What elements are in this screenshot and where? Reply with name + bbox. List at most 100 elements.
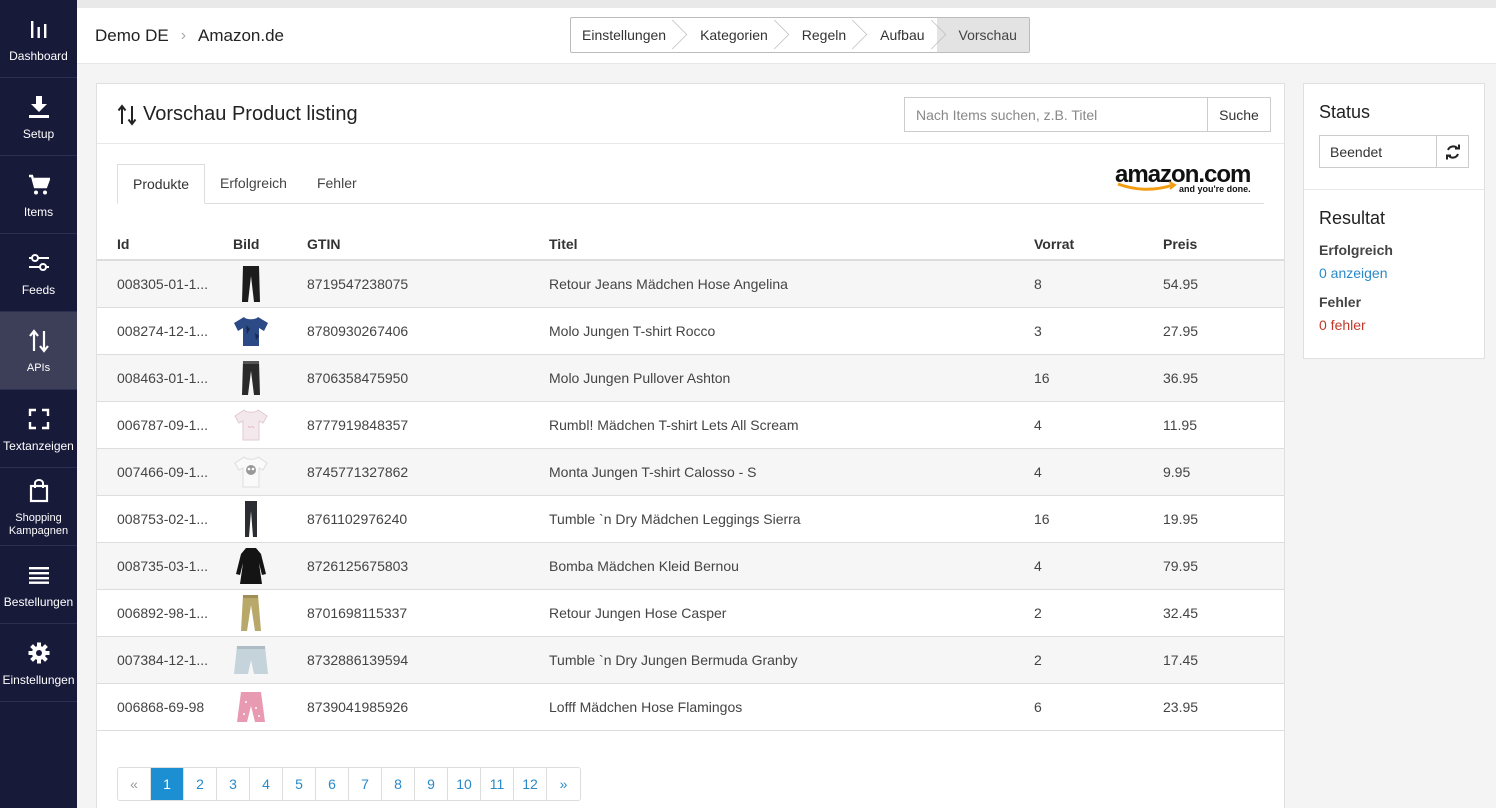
sidebar-item-label: Items: [23, 205, 54, 219]
pagination-next[interactable]: »: [547, 768, 580, 800]
cell-stock: 2: [1034, 636, 1163, 684]
pagination-page-7[interactable]: 7: [349, 768, 382, 800]
table-row[interactable]: 008305-01-1... 8719547238075 Retour Jeans …: [97, 260, 1284, 308]
cell-stock: 2: [1034, 589, 1163, 637]
pagination-page-9[interactable]: 9: [415, 768, 448, 800]
step-regeln[interactable]: Regeln: [780, 18, 858, 52]
pagination-page-5[interactable]: 5: [283, 768, 316, 800]
success-link[interactable]: 0 anzeigen: [1319, 265, 1469, 281]
wizard-steps: Einstellungen Kategorien Regeln Aufbau V…: [570, 17, 1030, 53]
cell-price: 19.95: [1163, 495, 1284, 543]
table-row[interactable]: 006868-69-98 8739041985926 Lofff Mädchen H…: [97, 683, 1284, 731]
sidebar-item-label: Shopping Kampagnen: [8, 511, 69, 537]
cell-id: 006868-69-98: [97, 683, 233, 731]
breadcrumb-channel[interactable]: Amazon.de: [198, 26, 284, 46]
product-image: [233, 640, 269, 680]
step-vorschau[interactable]: Vorschau: [936, 18, 1029, 52]
pagination-page-11[interactable]: 11: [481, 768, 514, 800]
cell-id: 008305-01-1...: [97, 260, 233, 308]
tab-fehler[interactable]: Fehler: [302, 164, 372, 203]
cell-gtin: 8719547238075: [307, 260, 549, 308]
table-row[interactable]: 008753-02-1... 8761102976240 Tumble `n Dry…: [97, 495, 1284, 543]
pagination: «1 2 3 4 5 6 7 8 9 10 11 12»: [117, 767, 581, 801]
sidebar-item-textanzeigen[interactable]: Textanzeigen: [0, 390, 77, 468]
download-icon: [28, 92, 50, 122]
product-image: [233, 546, 269, 586]
sidebar-item-setup[interactable]: Setup: [0, 78, 77, 156]
cell-stock: 4: [1034, 401, 1163, 449]
cell-gtin: 8706358475950: [307, 354, 549, 402]
sidebar-item-label: Einstellungen: [2, 673, 75, 687]
table-row[interactable]: 008274-12-1... 8780930267406 Molo Jungen T…: [97, 307, 1284, 355]
search-button[interactable]: Suche: [1207, 97, 1271, 132]
bar-chart-icon: [30, 14, 48, 44]
sidebar-item-einstellungen[interactable]: Einstellungen: [0, 624, 77, 702]
cell-stock: 4: [1034, 448, 1163, 496]
success-label: Erfolgreich: [1319, 242, 1393, 258]
tab-produkte[interactable]: Produkte: [117, 164, 206, 204]
step-kategorien[interactable]: Kategorien: [678, 18, 780, 52]
svg-text:~~: ~~: [247, 425, 255, 431]
tab-erfolgreich[interactable]: Erfolgreich: [205, 164, 302, 203]
amazon-logo-tagline: and you're done.: [1179, 184, 1251, 194]
step-aufbau[interactable]: Aufbau: [858, 18, 936, 52]
status-field: [1319, 135, 1437, 168]
sliders-icon: [28, 248, 50, 278]
chevron-right-icon: ›: [180, 27, 187, 44]
pagination-page-3[interactable]: 3: [217, 768, 250, 800]
cell-price: 32.45: [1163, 589, 1284, 637]
sidebar-item-shopping-kampagnen[interactable]: Shopping Kampagnen: [0, 468, 77, 546]
cell-id: 007384-12-1...: [97, 636, 233, 684]
cell-title: Bomba Mädchen Kleid Bernou: [549, 542, 1034, 590]
pagination-page-4[interactable]: 4: [250, 768, 283, 800]
sidebar-item-label: Setup: [22, 127, 55, 141]
cell-image: [233, 683, 307, 731]
table-row[interactable]: 006787-09-1... ~~ 8777919848357 Rumbl! Mädc…: [97, 401, 1284, 449]
pagination-page-1[interactable]: 1: [151, 768, 184, 800]
cell-title: Tumble `n Dry Mädchen Leggings Sierra: [549, 495, 1034, 543]
sidebar-item-label: Feeds: [21, 283, 56, 297]
cell-image: [233, 260, 307, 308]
tab-bar: Produkte Erfolgreich Fehler: [117, 164, 1264, 204]
panel-header: Vorschau Product listing Suche: [97, 84, 1284, 144]
refresh-button[interactable]: [1437, 135, 1469, 168]
sidebar-item-feeds[interactable]: Feeds: [0, 234, 77, 312]
cell-title: Monta Jungen T-shirt Calosso - S: [549, 448, 1034, 496]
breadcrumb-shop[interactable]: Demo DE: [95, 26, 169, 46]
table-row[interactable]: 007466-09-1... 8745771327862 Monta Jungen …: [97, 448, 1284, 496]
step-einstellungen[interactable]: Einstellungen: [571, 18, 678, 52]
pagination-page-10[interactable]: 10: [448, 768, 481, 800]
pagination-page-6[interactable]: 6: [316, 768, 349, 800]
table-row[interactable]: 008463-01-1... 8706358475950 Molo Jungen P…: [97, 354, 1284, 402]
cell-gtin: 8701698115337: [307, 589, 549, 637]
sidebar-item-items[interactable]: Items: [0, 156, 77, 234]
status-section: Status: [1304, 84, 1484, 190]
pagination-page-8[interactable]: 8: [382, 768, 415, 800]
table-row[interactable]: 007384-12-1... 8732886139594 Tumble `n Dry…: [97, 636, 1284, 684]
cell-gtin: 8745771327862: [307, 448, 549, 496]
table-row[interactable]: 008735-03-1... 8726125675803 Bomba Mädchen…: [97, 542, 1284, 590]
product-image: ~~: [233, 405, 269, 445]
sidebar-item-bestellungen[interactable]: Bestellungen: [0, 546, 77, 624]
cell-image: [233, 354, 307, 402]
cell-id: 007466-09-1...: [97, 448, 233, 496]
pagination-page-12[interactable]: 12: [514, 768, 547, 800]
list-icon: [28, 560, 50, 590]
sidebar-item-apis[interactable]: APIs: [0, 312, 77, 390]
cell-image: [233, 495, 307, 543]
pagination-page-2[interactable]: 2: [184, 768, 217, 800]
search-input[interactable]: [904, 97, 1207, 132]
cell-stock: 4: [1034, 542, 1163, 590]
table-row[interactable]: 006892-98-1... 8701698115337 Retour Jungen…: [97, 589, 1284, 637]
product-image: [233, 264, 269, 304]
cell-gtin: 8780930267406: [307, 307, 549, 355]
cell-price: 27.95: [1163, 307, 1284, 355]
sidebar-item-dashboard[interactable]: Dashboard: [0, 0, 77, 78]
pagination-prev[interactable]: «: [118, 768, 151, 800]
cell-image: [233, 636, 307, 684]
col-header-id: Id: [97, 224, 233, 261]
cell-image: [233, 542, 307, 590]
error-link[interactable]: 0 fehler: [1319, 317, 1469, 333]
cell-price: 36.95: [1163, 354, 1284, 402]
status-row: [1319, 135, 1469, 168]
